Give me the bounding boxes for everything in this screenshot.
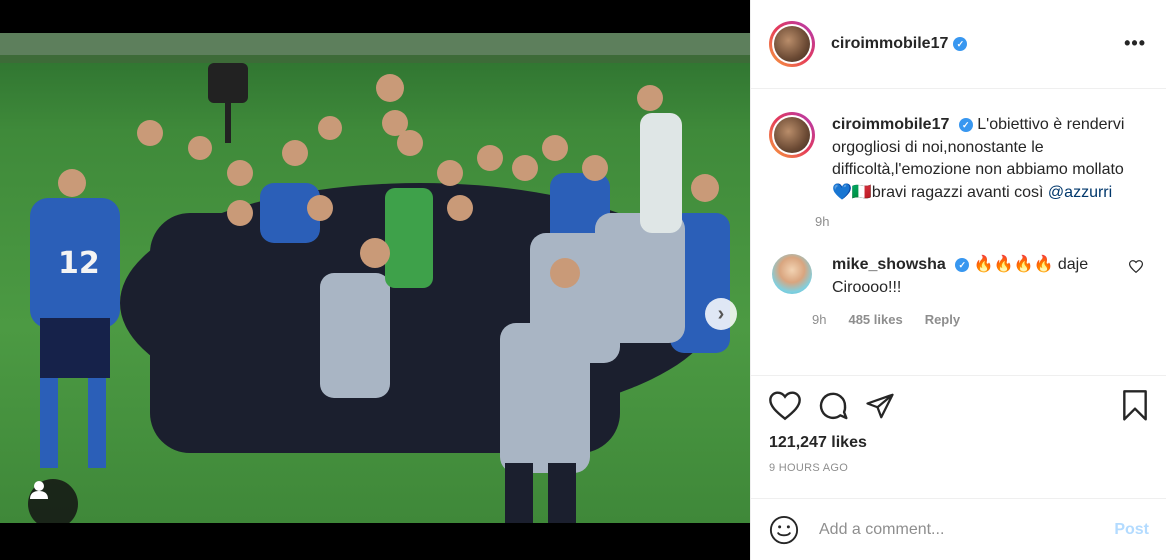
svg-text:12: 12 <box>58 246 100 281</box>
comment-time[interactable]: 9h <box>812 312 826 327</box>
likes-count[interactable]: 121,247 likes <box>769 434 1149 452</box>
comment-bubble-icon[interactable] <box>817 390 849 422</box>
emoji-smiley-icon[interactable] <box>769 515 799 545</box>
more-options-icon[interactable]: ••• <box>1124 33 1146 54</box>
next-slide-button[interactable]: › <box>705 298 737 330</box>
comment-item: mike_showsha ✓ 🔥🔥🔥🔥 daje Ciroooo!!! 9h 4… <box>769 254 1149 327</box>
user-icon <box>30 481 48 499</box>
comment-like-heart-icon[interactable] <box>1129 260 1143 273</box>
verified-badge-icon: ✓ <box>955 257 970 272</box>
share-send-icon[interactable] <box>865 391 895 421</box>
tagged-users-button[interactable] <box>28 479 78 523</box>
post-actions: 121,247 likes 9 HOURS AGO <box>751 375 1166 485</box>
caption-avatar[interactable] <box>769 112 815 158</box>
post-media: 12 › <box>0 0 750 560</box>
like-heart-icon[interactable] <box>769 391 801 421</box>
post-comment-button[interactable]: Post <box>1114 521 1149 539</box>
save-bookmark-icon[interactable] <box>1121 390 1149 422</box>
post-side-panel: ciroimmobile17 ✓ ••• ciroimmobile17 ✓ L'… <box>750 0 1166 560</box>
comment-username[interactable]: mike_showsha <box>832 256 946 273</box>
caption-body: ciroimmobile17 ✓ L'obiettivo è rendervi … <box>815 114 1142 229</box>
caption: ciroimmobile17 ✓ L'obiettivo è rendervi … <box>769 112 1149 229</box>
celebration-photo: 12 <box>0 33 750 523</box>
post-time[interactable]: 9 HOURS AGO <box>769 462 1149 474</box>
caption-mention[interactable]: @azzurri <box>1048 184 1112 201</box>
header-username[interactable]: ciroimmobile17 <box>831 35 948 53</box>
verified-badge-icon: ✓ <box>958 117 973 132</box>
comment-likes[interactable]: 485 likes <box>848 312 902 327</box>
post-header: ciroimmobile17 ✓ ••• <box>751 0 1166 89</box>
add-comment-bar: Post <box>751 498 1166 560</box>
avatar[interactable] <box>769 21 815 67</box>
comment-reply-button[interactable]: Reply <box>925 312 960 327</box>
post-photo[interactable]: 12 › <box>0 33 750 523</box>
caption-username[interactable]: ciroimmobile17 <box>832 116 949 133</box>
verified-badge-icon: ✓ <box>953 37 968 51</box>
caption-time[interactable]: 9h <box>815 214 1142 229</box>
comment-input[interactable] <box>819 520 1115 539</box>
comment-avatar[interactable] <box>772 254 812 294</box>
chevron-right-icon: › <box>717 302 725 325</box>
comments-section: ciroimmobile17 ✓ L'obiettivo è rendervi … <box>751 90 1166 375</box>
